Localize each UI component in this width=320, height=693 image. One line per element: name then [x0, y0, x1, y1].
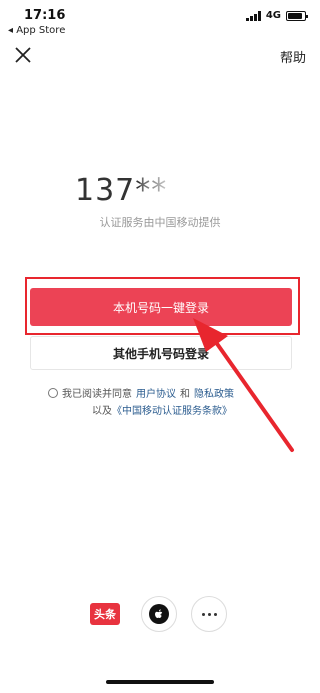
- signal-icon: [245, 10, 261, 21]
- agreement-row-2: 以及《中国移动认证服务条款》: [92, 402, 232, 417]
- status-indicators: 4G: [245, 10, 308, 21]
- help-link[interactable]: 帮助: [280, 47, 306, 66]
- privacy-policy-link[interactable]: 隐私政策: [194, 385, 234, 400]
- network-type: 4G: [265, 10, 281, 21]
- phone-blur-mask: [140, 178, 240, 204]
- cmcc-terms-link[interactable]: 《中国移动认证服务条款》: [112, 406, 232, 417]
- more-login-options-button[interactable]: [191, 596, 227, 632]
- status-time: 17:16: [24, 8, 66, 23]
- toutiao-icon: 头条: [94, 608, 116, 621]
- toutiao-login-button[interactable]: 头条: [90, 603, 120, 625]
- close-button[interactable]: [12, 44, 34, 66]
- more-icon: [201, 612, 217, 616]
- agreement-line2-prefix: 以及: [92, 406, 112, 417]
- agreement-radio[interactable]: [48, 387, 58, 398]
- agreement-and: 和: [180, 389, 190, 400]
- back-to-app-store[interactable]: ◂ App Store: [8, 25, 65, 36]
- other-phone-login-button[interactable]: 其他手机号码登录: [30, 336, 292, 370]
- agreement-prefix: 我已阅读并同意: [62, 389, 132, 400]
- apple-icon: [149, 604, 169, 624]
- home-indicator: [106, 680, 214, 684]
- provider-note: 认证服务由中国移动提供: [99, 216, 221, 229]
- agreement-row: 我已阅读并同意 用户协议 和 隐私政策: [48, 385, 234, 400]
- user-agreement-link[interactable]: 用户协议: [136, 385, 176, 400]
- highlight-box: [25, 277, 300, 335]
- close-icon: [15, 47, 31, 63]
- apple-login-button[interactable]: [141, 596, 177, 632]
- battery-icon: [286, 10, 308, 21]
